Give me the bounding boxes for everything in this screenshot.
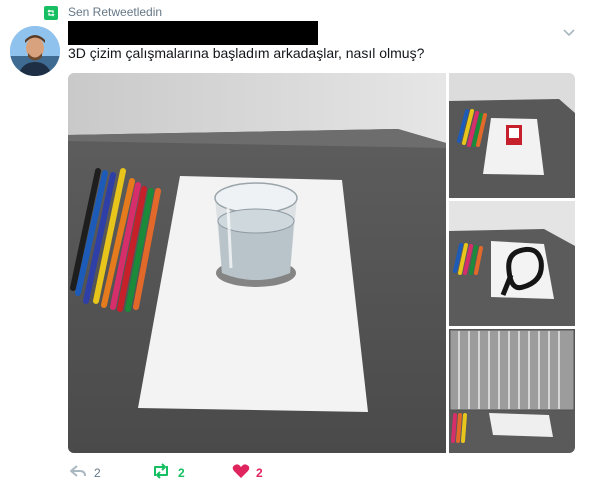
retweet-count: 2 — [178, 466, 185, 480]
author-name-redacted[interactable] — [68, 21, 318, 45]
like-count: 2 — [256, 466, 263, 480]
photo-glass-on-paper[interactable] — [68, 73, 446, 453]
retweet-icon — [150, 462, 172, 484]
reply-icon — [68, 463, 88, 484]
avatar[interactable] — [10, 26, 60, 76]
like-button[interactable]: 2 — [232, 462, 263, 484]
reply-button[interactable]: 2 — [68, 462, 101, 484]
photo-strap-on-paper[interactable] — [449, 201, 575, 326]
tweet-text: 3D çizim çalışmalarına başladım arkadaşl… — [68, 45, 425, 61]
heart-icon — [232, 463, 250, 484]
retweet-context-label: Sen Retweetledin — [68, 5, 163, 19]
retweet-context — [44, 4, 58, 22]
chevron-down-icon[interactable] — [561, 24, 577, 40]
photo-matchbox-on-paper[interactable] — [449, 73, 575, 198]
retweet-icon — [44, 6, 58, 20]
tweet-actions: 2 2 2 — [68, 462, 588, 484]
tweet[interactable]: Sen Retweetledin 3D çizim çalışmalarına … — [0, 0, 590, 485]
media-grid — [68, 73, 575, 453]
photo-heater[interactable] — [449, 329, 575, 453]
reply-count: 2 — [94, 466, 101, 480]
retweet-button[interactable]: 2 — [150, 462, 185, 484]
